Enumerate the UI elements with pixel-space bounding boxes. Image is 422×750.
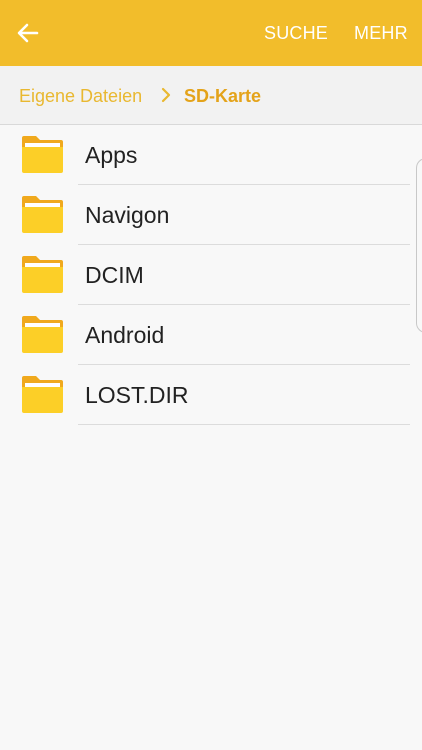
arrow-left-icon <box>17 23 39 43</box>
folder-icon <box>22 136 63 173</box>
file-name: Apps <box>85 142 138 168</box>
list-item[interactable]: Apps <box>0 125 422 185</box>
divider <box>78 424 410 425</box>
breadcrumb-item-current[interactable]: SD-Karte <box>184 66 261 124</box>
list-item[interactable]: DCIM <box>0 245 422 305</box>
file-list: Apps Navigon DCIM Android LOST.DIR <box>0 125 422 425</box>
edge-panel-handle[interactable] <box>416 158 422 333</box>
more-button[interactable]: MEHR <box>354 0 408 66</box>
file-name: DCIM <box>85 262 144 288</box>
file-name: Android <box>85 322 165 348</box>
folder-icon <box>22 196 63 233</box>
file-name: Navigon <box>85 202 170 228</box>
back-button[interactable] <box>10 15 46 51</box>
breadcrumb-item-home[interactable]: Eigene Dateien <box>19 66 142 124</box>
folder-icon <box>22 256 63 293</box>
file-name: LOST.DIR <box>85 382 189 408</box>
list-item[interactable]: LOST.DIR <box>0 365 422 425</box>
list-item[interactable]: Android <box>0 305 422 365</box>
chevron-right-icon <box>161 87 171 103</box>
list-item[interactable]: Navigon <box>0 185 422 245</box>
app-bar: SUCHE MEHR <box>0 0 422 66</box>
folder-icon <box>22 316 63 353</box>
breadcrumb: Eigene Dateien SD-Karte <box>0 66 422 125</box>
search-button[interactable]: SUCHE <box>264 0 328 66</box>
folder-icon <box>22 376 63 413</box>
